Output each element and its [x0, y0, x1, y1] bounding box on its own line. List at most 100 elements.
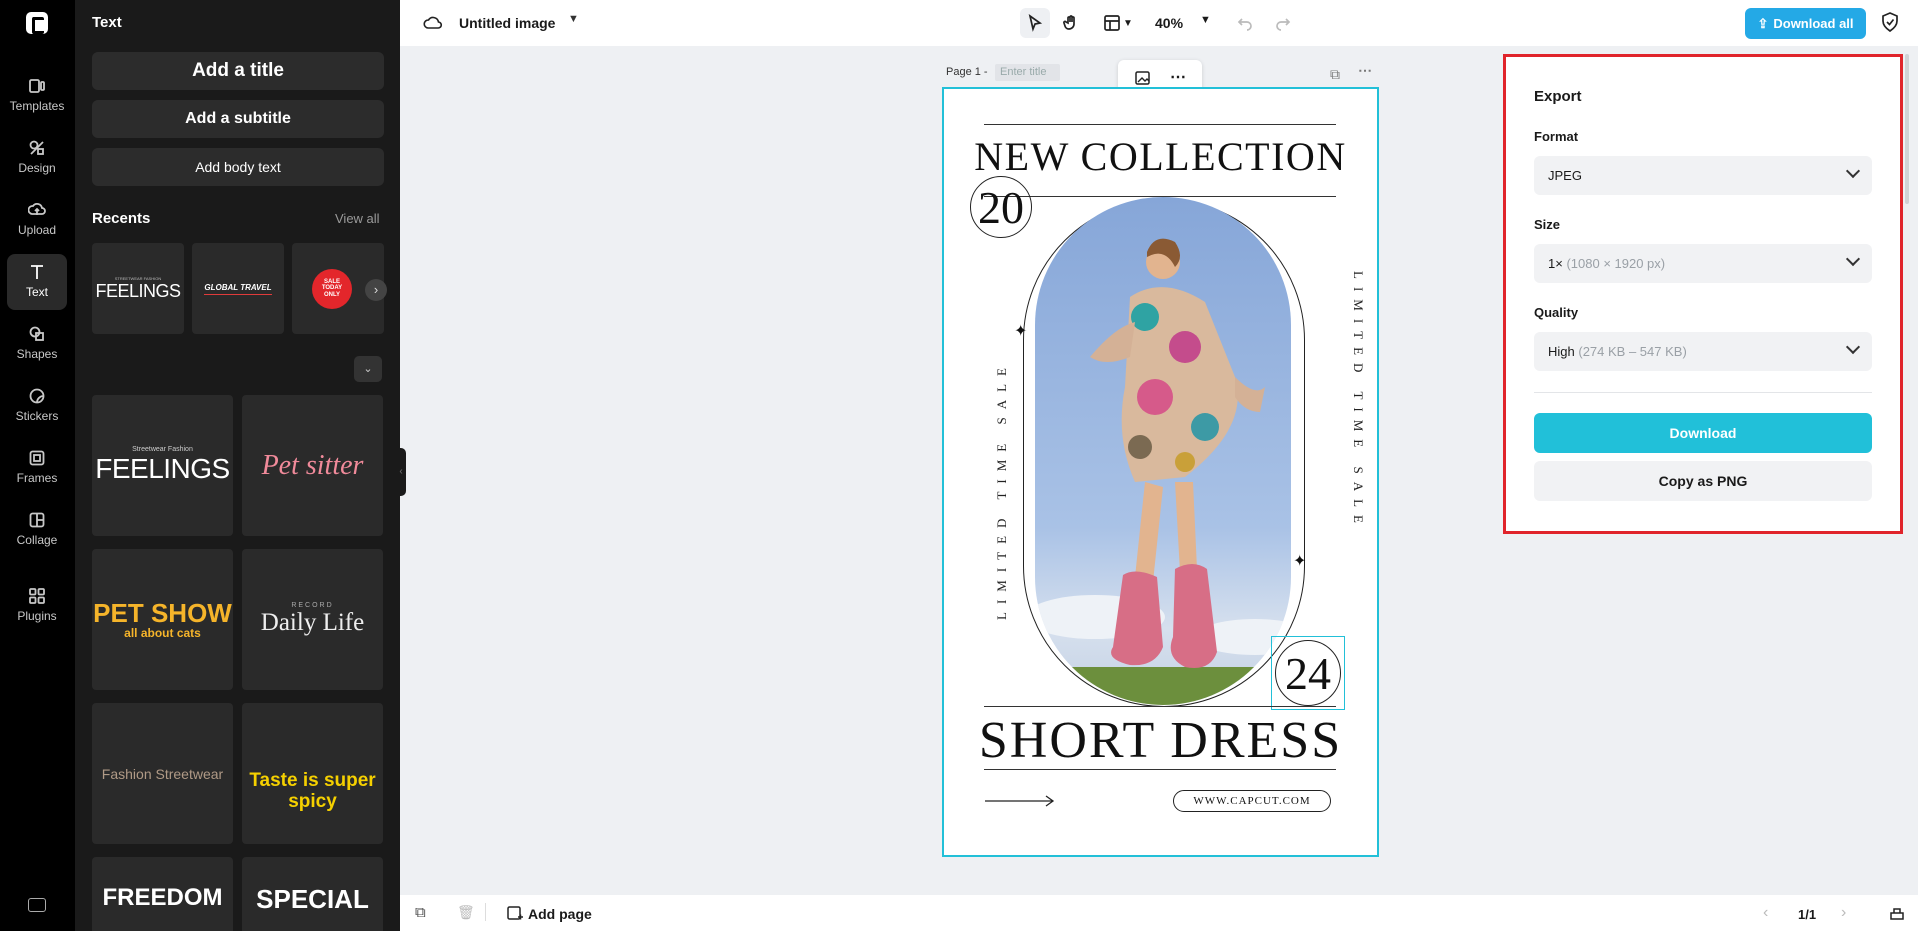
quality-value: High: [1548, 344, 1575, 359]
app-logo[interactable]: [26, 12, 48, 34]
divider: [1534, 392, 1872, 393]
rail-label: Plugins: [17, 609, 57, 623]
side-text-left[interactable]: LIMITED TIME SALE: [994, 360, 1010, 620]
tile-text: FREEDOM: [102, 884, 223, 911]
rail-collage[interactable]: Collage: [7, 502, 67, 558]
next-page-icon[interactable]: ›: [1841, 904, 1846, 922]
rail-plugins[interactable]: Plugins: [7, 578, 67, 634]
more-icon[interactable]: ⋯: [1358, 62, 1372, 79]
text-icon: [28, 263, 46, 281]
add-page-button[interactable]: Add page: [528, 906, 592, 922]
rail-label: Collage: [16, 533, 58, 547]
template-tile[interactable]: FREEDOM: [92, 857, 233, 931]
add-body-text-button[interactable]: Add body text: [92, 148, 384, 186]
page-title-input[interactable]: Enter title: [995, 64, 1060, 81]
templates-icon: [28, 77, 46, 95]
download-all-button[interactable]: ⇪ Download all: [1745, 8, 1866, 39]
chevron-down-icon: [1845, 251, 1861, 267]
rail-stickers[interactable]: Stickers: [7, 378, 67, 434]
duplicate-page-icon[interactable]: ⧉: [1330, 66, 1340, 83]
template-tile[interactable]: Pet sitter: [242, 395, 383, 536]
chevron-down-icon[interactable]: ▼: [568, 13, 579, 25]
add-title-button[interactable]: Add a title: [92, 52, 384, 90]
template-tile[interactable]: SPECIAL: [242, 857, 383, 931]
design-icon: [28, 139, 46, 157]
bottom-bar: ⧉ 🗑 Add page ‹ 1/1 ›: [400, 895, 1918, 931]
rail-upload[interactable]: Upload: [7, 192, 67, 248]
replace-image-icon[interactable]: [1135, 70, 1152, 86]
size-select[interactable]: 1× (1080 × 1920 px): [1534, 244, 1872, 283]
redo-icon: [1276, 18, 1291, 31]
keyboard-icon[interactable]: [28, 898, 46, 912]
select-tool-button[interactable]: [1020, 8, 1050, 38]
recent-template-global-travel[interactable]: GLOBAL TRAVEL: [192, 243, 284, 334]
chevron-down-icon[interactable]: ⌄: [354, 356, 382, 382]
zoom-level[interactable]: 40%: [1155, 15, 1183, 31]
chevron-down-icon: [1845, 339, 1861, 355]
copy-as-png-button[interactable]: Copy as PNG: [1534, 461, 1872, 501]
stickers-icon: [28, 387, 46, 405]
recents-next-button[interactable]: ›: [365, 279, 387, 301]
rail-design[interactable]: Design: [7, 130, 67, 186]
template-tile[interactable]: Streetwear Fashion FEELINGS: [92, 395, 233, 536]
rail-frames[interactable]: Frames: [7, 440, 67, 496]
recent-template-feelings[interactable]: STREETWEAR FASHION FEELINGS: [92, 243, 184, 334]
undo-button[interactable]: [1230, 8, 1260, 38]
template-tile[interactable]: PET SHOW all about cats: [92, 549, 233, 690]
poster-subhead[interactable]: SHORT DRESS: [944, 711, 1377, 770]
rail-label: Stickers: [15, 409, 59, 423]
left-rail: Templates Design Upload Text Shapes Stic…: [0, 0, 75, 931]
undo-icon: [1237, 18, 1252, 31]
tile-text: SALE: [323, 278, 340, 285]
page-counter: 1/1: [1798, 907, 1817, 922]
layers-icon[interactable]: [1889, 905, 1905, 921]
divider-line: [984, 124, 1336, 125]
download-button[interactable]: Download: [1534, 413, 1872, 453]
duplicate-page-icon[interactable]: ⧉: [415, 904, 426, 921]
tile-text: FEELINGS: [95, 453, 230, 484]
collapse-panel-handle[interactable]: ‹: [396, 448, 406, 496]
artboard[interactable]: NEW COLLECTION 20 24 ✦ ✦ LIMITED TIME SA…: [942, 87, 1379, 857]
layout-icon: [1104, 15, 1120, 31]
rail-label: Upload: [17, 223, 57, 237]
shapes-icon: [28, 325, 46, 343]
layout-menu-button[interactable]: ▼: [1100, 8, 1136, 38]
hand-tool-button[interactable]: [1056, 8, 1086, 38]
side-text-right[interactable]: LIMITED TIME SALE: [1350, 271, 1366, 531]
template-tile[interactable]: Taste is super spicy: [242, 703, 383, 844]
template-tile[interactable]: RECORD Daily Life: [242, 549, 383, 690]
rail-text[interactable]: Text: [7, 254, 67, 310]
download-all-label: Download all: [1773, 16, 1854, 31]
prev-page-icon[interactable]: ‹: [1763, 904, 1768, 922]
rail-shapes[interactable]: Shapes: [7, 316, 67, 372]
tile-text: TODAY: [321, 285, 343, 292]
size-value: 1×: [1548, 256, 1563, 271]
scrollbar[interactable]: [1905, 54, 1909, 204]
format-select[interactable]: JPEG: [1534, 156, 1872, 195]
model-photo[interactable]: [1035, 197, 1291, 705]
poster-headline[interactable]: NEW COLLECTION: [944, 133, 1377, 180]
website-pill[interactable]: WWW.CAPCUT.COM: [1173, 790, 1331, 812]
more-icon[interactable]: ⋯: [1170, 67, 1187, 87]
sale-badge: SALE TODAY ONLY: [312, 268, 352, 309]
view-all-link[interactable]: View all: [335, 211, 380, 226]
document-title[interactable]: Untitled image: [459, 15, 555, 31]
chevron-down-icon[interactable]: ▼: [1200, 14, 1211, 26]
selection-box: [1271, 636, 1345, 710]
template-tile[interactable]: Fashion Streetwear: [92, 703, 233, 844]
quality-select[interactable]: High (274 KB – 547 KB): [1534, 332, 1872, 371]
add-subtitle-button[interactable]: Add a subtitle: [92, 100, 384, 138]
rail-templates[interactable]: Templates: [7, 68, 67, 124]
collage-icon: [28, 511, 46, 529]
rail-label: Frames: [16, 471, 58, 485]
page-label: Page 1 -: [946, 66, 988, 78]
chevron-down-icon: ▼: [1123, 17, 1133, 29]
export-panel: Export Format JPEG Size 1× (1080 × 1920 …: [1503, 54, 1903, 534]
tile-text: PET SHOW: [93, 597, 232, 628]
number-circle-top[interactable]: 20: [970, 176, 1032, 238]
cloud-sync-icon[interactable]: [423, 14, 443, 30]
trash-icon[interactable]: 🗑: [457, 904, 475, 921]
rail-label: Templates: [9, 99, 65, 113]
redo-button[interactable]: [1268, 8, 1298, 38]
shield-icon[interactable]: [1881, 12, 1899, 32]
